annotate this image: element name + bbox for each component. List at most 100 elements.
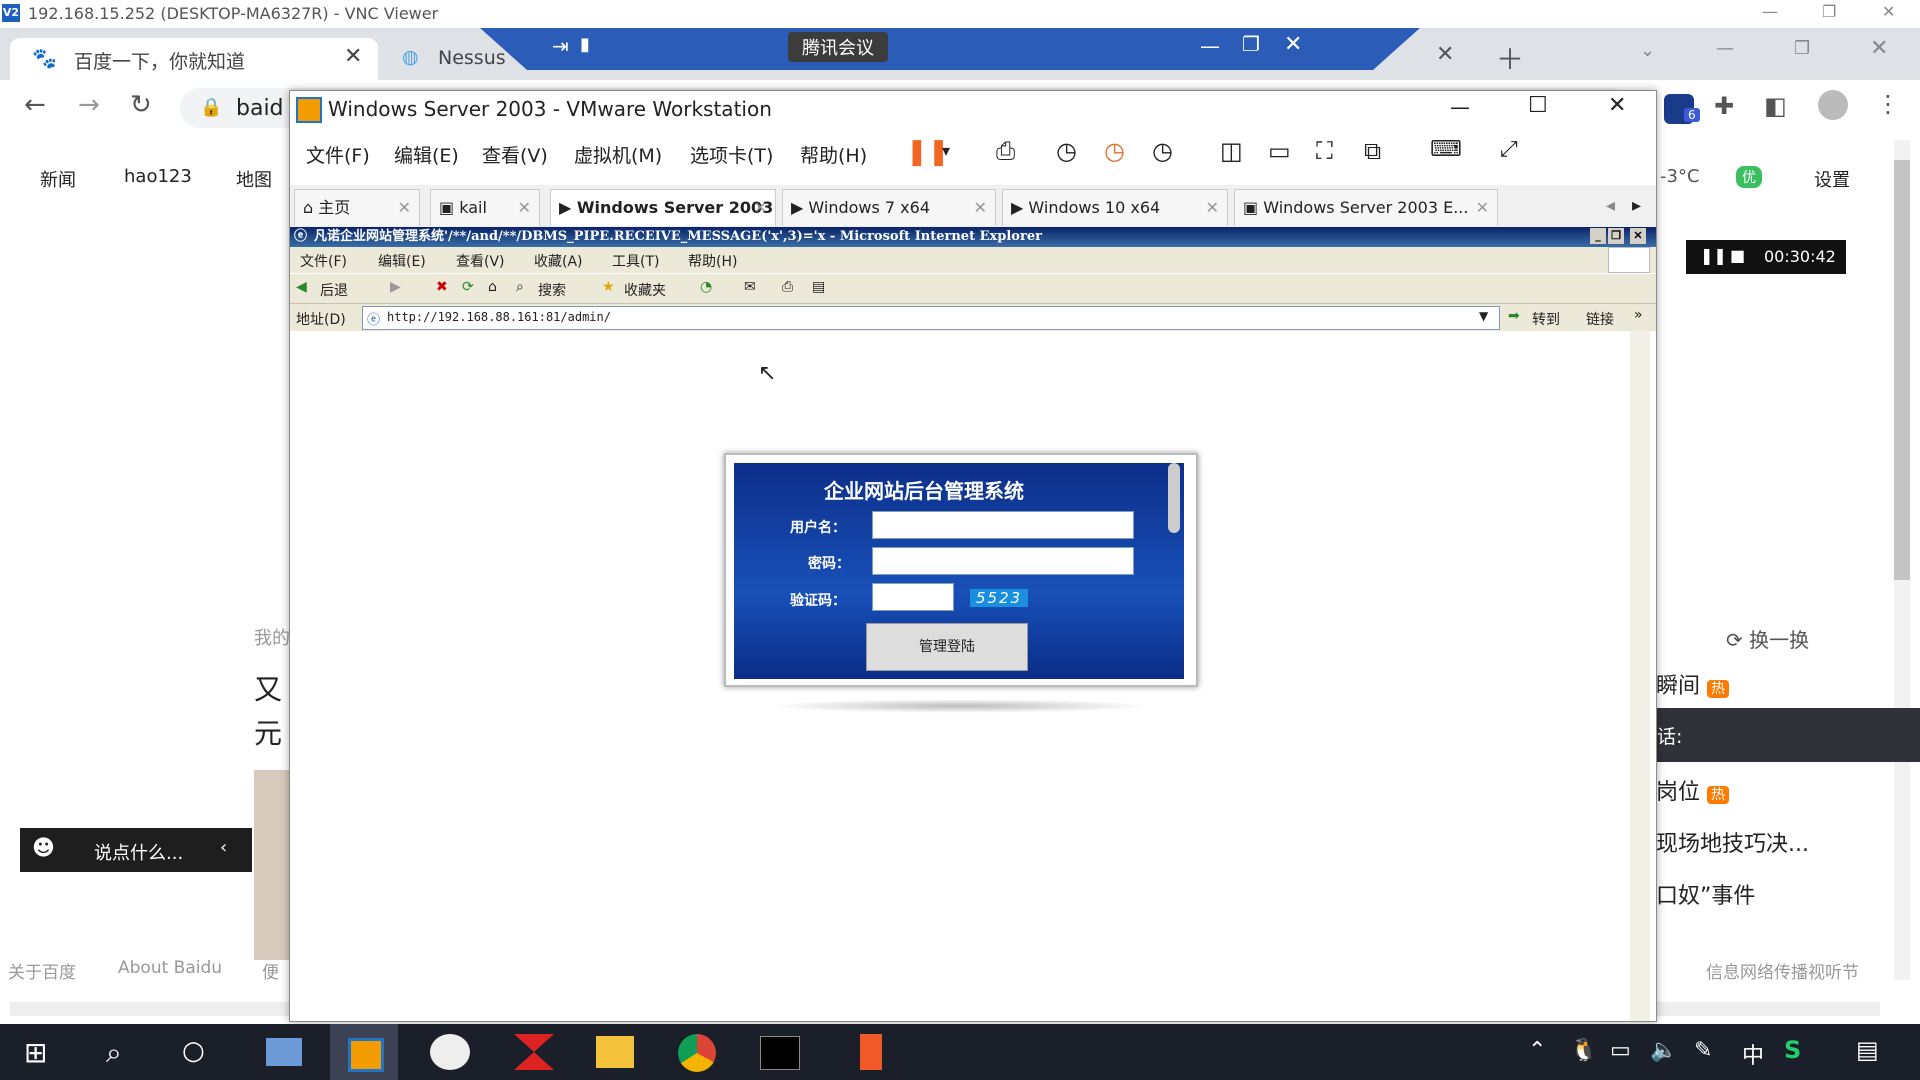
close-icon[interactable]: ✕ xyxy=(974,190,987,226)
console-icon[interactable]: ⌨ xyxy=(1430,137,1462,162)
news-thumbnail[interactable] xyxy=(254,770,290,960)
nav-hao123[interactable]: hao123 xyxy=(124,166,192,187)
back-icon[interactable]: ← xyxy=(24,90,46,120)
minimize-icon[interactable]: — xyxy=(1762,2,1778,21)
mail-icon[interactable]: ✉ xyxy=(744,279,756,295)
forward-icon[interactable]: ▶ xyxy=(390,279,401,295)
close-icon[interactable]: ✕ xyxy=(1436,42,1454,67)
recording-timer[interactable]: ❚❚ ■ 00:30:42 xyxy=(1686,240,1846,274)
stop-icon[interactable]: ■ xyxy=(1730,246,1745,265)
file-explorer-icon[interactable] xyxy=(596,1036,634,1068)
captcha-input[interactable] xyxy=(872,583,954,611)
login-button[interactable]: 管理登陆 xyxy=(866,623,1028,671)
menu-help[interactable]: 帮助(H) xyxy=(800,141,867,168)
search-icon[interactable]: ⌕ xyxy=(516,279,524,295)
ie-menu-help[interactable]: 帮助(H) xyxy=(688,251,737,271)
restore-icon[interactable]: ❐ xyxy=(1608,228,1624,244)
emoji-icon[interactable]: ☻ xyxy=(32,836,55,861)
ie-menu-favorites[interactable]: 收藏(A) xyxy=(534,251,583,271)
chevron-up-icon[interactable]: ⌃ xyxy=(1528,1038,1546,1063)
network-icon[interactable]: ▭ xyxy=(1610,1038,1631,1063)
refresh-icon[interactable]: ⟳ xyxy=(462,279,474,295)
cortana-icon[interactable]: ○ xyxy=(182,1036,205,1066)
close-icon[interactable]: ✕ xyxy=(754,190,767,226)
nav-news[interactable]: 新闻 xyxy=(40,166,76,192)
chevron-left-icon[interactable]: ‹ xyxy=(220,837,227,858)
minimize-icon[interactable]: _ xyxy=(1590,228,1606,244)
fullscreen-icon[interactable]: ⛶ xyxy=(1316,137,1333,165)
extension-icon[interactable]: 6 xyxy=(1664,94,1700,124)
windows-start-icon[interactable]: ⊞ xyxy=(24,1036,47,1069)
chat-input[interactable]: ☻ 说点什么... ‹ xyxy=(20,828,252,872)
search-label[interactable]: 搜索 xyxy=(538,280,566,300)
captcha-image[interactable]: 5523 xyxy=(970,589,1029,607)
hot-item[interactable]: 岗位 热 xyxy=(1656,774,1730,806)
hot-item[interactable]: 现场地技巧决... xyxy=(1656,826,1809,858)
close-icon[interactable]: ✕ xyxy=(1476,190,1489,226)
app-icon[interactable] xyxy=(430,1034,470,1070)
qq-icon[interactable]: 🐧 xyxy=(1570,1038,1597,1063)
restore-icon[interactable]: ❐ xyxy=(1794,38,1810,59)
vertical-scrollbar[interactable] xyxy=(1630,331,1650,1021)
nav-map[interactable]: 地图 xyxy=(236,166,272,192)
go-icon[interactable]: ➡ xyxy=(1508,308,1520,324)
stretch-icon[interactable]: ⤢ xyxy=(1500,137,1518,162)
new-tab-button[interactable]: ＋ xyxy=(1496,38,1524,78)
restore-icon[interactable]: ❐ xyxy=(1822,2,1836,21)
xmind-icon[interactable] xyxy=(514,1034,554,1070)
avatar[interactable] xyxy=(1818,90,1848,120)
close-icon[interactable]: ✕ xyxy=(398,190,411,226)
menu-view[interactable]: 查看(V) xyxy=(482,141,548,168)
terminal-icon[interactable] xyxy=(760,1036,800,1070)
history-icon[interactable]: ◔ xyxy=(700,279,712,295)
print-icon[interactable]: ⎙ xyxy=(782,279,793,295)
scroll-thumb[interactable] xyxy=(1168,463,1180,533)
control-panel-icon[interactable] xyxy=(266,1038,302,1066)
thumbnail-icon[interactable]: ▭ xyxy=(1268,137,1291,165)
footer-link[interactable]: 关于百度 xyxy=(8,958,76,983)
sogou-icon[interactable]: S xyxy=(1784,1036,1801,1064)
burp-icon[interactable] xyxy=(860,1034,882,1070)
close-icon[interactable]: ✕ xyxy=(1206,190,1219,226)
pin-icon[interactable]: ⇥ xyxy=(552,34,569,58)
menu-edit[interactable]: 编辑(E) xyxy=(394,141,459,168)
volume-icon[interactable]: 🔈 xyxy=(1650,1038,1677,1063)
send-ctrl-alt-del-icon[interactable]: ⎙ xyxy=(996,137,1015,165)
stop-icon[interactable]: ✖ xyxy=(436,279,448,295)
footer-link[interactable]: 便 xyxy=(262,958,279,983)
close-icon[interactable]: ✕ xyxy=(518,190,531,226)
notification-icon[interactable]: ▤ xyxy=(1856,1036,1879,1064)
close-icon[interactable]: ✕ xyxy=(1882,2,1895,21)
meeting-floating-bar[interactable]: ⇥ ▮ 腾讯会议 — ❐ ✕ xyxy=(480,28,1420,70)
pen-icon[interactable]: ✎ xyxy=(1694,1038,1712,1063)
pause-icon[interactable]: ❚❚ xyxy=(1700,246,1727,265)
minimize-icon[interactable]: — xyxy=(1200,34,1220,58)
tab-windows-7[interactable]: ▶ Windows 7 x64 ✕ xyxy=(782,189,996,226)
scroll-left-icon[interactable]: ◂ xyxy=(1606,195,1615,216)
ie-menu-edit[interactable]: 编辑(E) xyxy=(378,251,426,271)
snapshot-icon[interactable]: ◷ xyxy=(1056,137,1077,165)
refresh-link[interactable]: ⟳ 换一换 xyxy=(1726,624,1809,653)
chevron-down-icon[interactable]: ⌄ xyxy=(1640,40,1655,61)
hot-item[interactable]: 瞬间 热 xyxy=(1656,668,1730,700)
vmware-taskbar-button[interactable] xyxy=(330,1024,398,1080)
forward-icon[interactable]: → xyxy=(78,90,100,120)
links-button[interactable]: 链接 xyxy=(1586,309,1614,329)
tab-kail[interactable]: ▣ kail ✕ xyxy=(430,189,540,226)
dropdown-icon[interactable]: ▾ xyxy=(942,141,950,160)
sidebar-icon[interactable]: ◫ xyxy=(1220,137,1243,165)
username-input[interactable] xyxy=(872,511,1134,539)
back-icon[interactable]: ◀ xyxy=(296,279,307,295)
password-input[interactable] xyxy=(872,547,1134,575)
favorites-label[interactable]: 收藏夹 xyxy=(624,280,666,300)
url-field[interactable]: ⓔ http://192.168.88.161:81/admin/ ▼ xyxy=(362,306,1500,330)
sidepanel-icon[interactable]: ◧ xyxy=(1764,92,1787,120)
ie-menu-file[interactable]: 文件(F) xyxy=(300,251,347,271)
restore-icon[interactable]: ❐ xyxy=(1242,32,1260,56)
tab-baidu[interactable]: 🐾 百度一下，你就知道 ✕ xyxy=(10,38,378,80)
tab-home[interactable]: ⌂ 主页 ✕ xyxy=(294,189,420,226)
snapshot-manager-icon[interactable]: ◷ xyxy=(1152,137,1173,165)
tab-windows-server-2003-e[interactable]: ▣ Windows Server 2003 E... ✕ xyxy=(1234,189,1498,226)
unity-icon[interactable]: ⧉ xyxy=(1364,137,1381,165)
reload-icon[interactable]: ↻ xyxy=(130,90,152,120)
